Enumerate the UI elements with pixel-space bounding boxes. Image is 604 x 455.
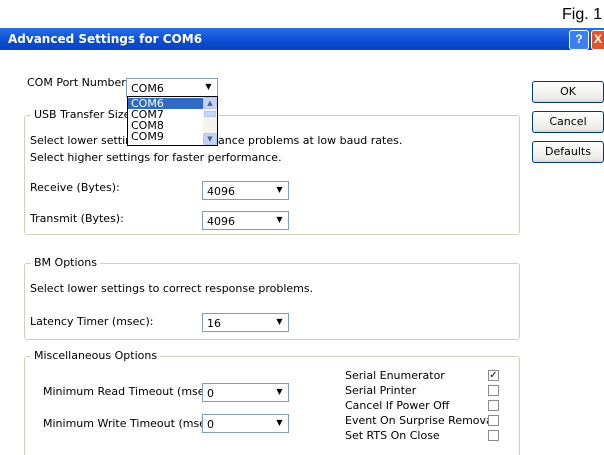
window-title: Advanced Settings for COM6 xyxy=(8,32,203,46)
min-read-value: 0 xyxy=(207,387,214,400)
scroll-up-icon[interactable]: ▲ xyxy=(203,97,217,109)
com-port-dropdown-list[interactable]: COM6 COM7 COM8 COM9 ▲ ▼ xyxy=(127,96,218,146)
usb-transfer-legend: USB Transfer Sizes xyxy=(31,108,140,121)
min-write-label: Minimum Write Timeout (msec): xyxy=(43,417,220,430)
com-port-option[interactable]: COM9 xyxy=(128,131,203,142)
chevron-down-icon[interactable]: ▼ xyxy=(272,183,287,198)
serial-printer-checkbox[interactable] xyxy=(488,385,499,396)
help-icon: ? xyxy=(575,32,583,46)
close-button[interactable]: X xyxy=(591,30,604,50)
transmit-select[interactable]: 4096 ▼ xyxy=(202,211,289,230)
serial-printer-label: Serial Printer xyxy=(345,384,417,397)
serial-enumerator-checkbox[interactable]: ✓ xyxy=(488,370,499,381)
latency-value: 16 xyxy=(207,317,221,330)
event-on-surprise-removal-label: Event On Surprise Removal xyxy=(345,414,496,427)
chevron-down-icon[interactable]: ▼ xyxy=(201,80,216,95)
receive-value: 4096 xyxy=(207,185,235,198)
help-button[interactable]: ? xyxy=(569,30,589,50)
min-write-select[interactable]: 0 ▼ xyxy=(202,414,289,433)
chevron-down-icon[interactable]: ▼ xyxy=(272,213,287,228)
bm-options-legend: BM Options xyxy=(31,256,100,269)
usb-hint-line2: Select higher settings for faster perfor… xyxy=(30,151,282,164)
receive-select[interactable]: 4096 ▼ xyxy=(202,181,289,200)
com-port-select[interactable]: COM6 ▼ xyxy=(126,78,218,97)
chevron-down-icon[interactable]: ▼ xyxy=(272,416,287,431)
set-rts-on-close-checkbox[interactable] xyxy=(488,430,499,441)
figure-label: Fig. 1 xyxy=(561,6,602,23)
defaults-button[interactable]: Defaults xyxy=(532,141,604,163)
usb-hint-line1-start: Select lower settin xyxy=(30,134,133,147)
usb-hint-line1-end: ance problems at low baud rates. xyxy=(218,134,403,147)
check-icon: ✓ xyxy=(489,370,498,381)
set-rts-on-close-label: Set RTS On Close xyxy=(345,429,440,442)
dropdown-scrollbar[interactable]: ▲ ▼ xyxy=(203,97,217,145)
scroll-thumb[interactable] xyxy=(204,111,216,117)
cancel-if-power-off-label: Cancel If Power Off xyxy=(345,399,450,412)
com-port-value: COM6 xyxy=(131,82,164,95)
transmit-label: Transmit (Bytes): xyxy=(30,212,124,225)
close-icon: X xyxy=(593,32,602,46)
min-read-select[interactable]: 0 ▼ xyxy=(202,383,289,402)
serial-enumerator-label: Serial Enumerator xyxy=(345,369,445,382)
bm-hint: Select lower settings to correct respons… xyxy=(30,282,314,295)
title-bar[interactable]: Advanced Settings for COM6 ? X xyxy=(0,28,604,50)
min-read-label: Minimum Read Timeout (msec): xyxy=(43,385,219,398)
dialog-client: COM Port Number: COM6 ▼ USB Transfer Siz… xyxy=(0,50,604,455)
chevron-down-icon[interactable]: ▼ xyxy=(272,385,287,400)
min-write-value: 0 xyxy=(207,418,214,431)
receive-label: Receive (Bytes): xyxy=(30,181,120,194)
com-port-label: COM Port Number: xyxy=(27,76,130,89)
misc-options-legend: Miscellaneous Options xyxy=(31,349,161,362)
chevron-down-icon[interactable]: ▼ xyxy=(272,315,287,330)
cancel-if-power-off-checkbox[interactable] xyxy=(488,400,499,411)
latency-select[interactable]: 16 ▼ xyxy=(202,313,289,332)
cancel-button[interactable]: Cancel xyxy=(532,111,604,133)
ok-button[interactable]: OK xyxy=(532,81,604,103)
event-on-surprise-removal-checkbox[interactable] xyxy=(488,415,499,426)
latency-label: Latency Timer (msec): xyxy=(30,315,154,328)
transmit-value: 4096 xyxy=(207,215,235,228)
scroll-down-icon[interactable]: ▼ xyxy=(203,133,217,145)
